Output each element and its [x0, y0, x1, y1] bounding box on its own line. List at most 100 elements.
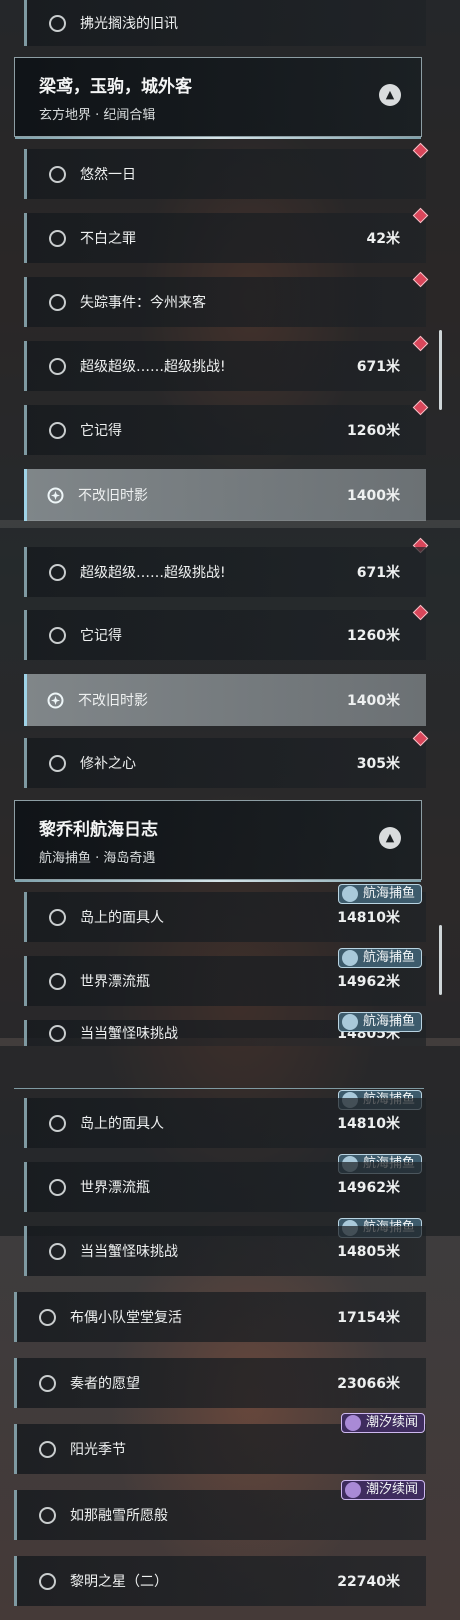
fishing-tag: 航海捕鱼 [338, 1012, 423, 1032]
list-item[interactable]: 岛上的面具人 14810米 [24, 1098, 426, 1148]
quest-distance: 42米 [366, 231, 400, 247]
circle-icon [49, 1114, 66, 1132]
tag-label: 航海捕鱼 [363, 1014, 416, 1029]
feather-icon [345, 1482, 361, 1498]
circle-icon [49, 14, 66, 32]
shell-icon [342, 886, 358, 902]
fishing-tag: 航海捕鱼 [338, 884, 423, 904]
quest-distance: 671米 [356, 359, 400, 375]
list-item[interactable]: 修补之心 305米 [24, 738, 426, 788]
shell-icon [342, 950, 358, 966]
circle-icon [39, 1572, 56, 1590]
circle-icon [39, 1440, 56, 1458]
quest-distance: 22740米 [337, 1574, 400, 1590]
circle-icon [49, 626, 66, 644]
quest-title: 当当蟹怪味挑战 [80, 1244, 178, 1260]
circle-icon [49, 421, 66, 439]
list-item[interactable]: 奏者的愿望 23066米 [14, 1358, 426, 1408]
scrollbar-thumb-1[interactable] [439, 330, 442, 410]
quest-title: 世界漂流瓶 [80, 974, 150, 990]
quest-title: 修补之心 [80, 756, 136, 772]
quest-title: 它记得 [80, 423, 122, 439]
list-item[interactable]: 悠然一日 [24, 149, 426, 199]
list-item[interactable]: 它记得 1260米 [24, 610, 426, 660]
circle-icon [39, 1308, 56, 1326]
shell-icon [342, 1014, 358, 1030]
quest-distance: 305米 [356, 756, 400, 772]
quest-distance: 14810米 [337, 1116, 400, 1132]
quest-title: 奏者的愿望 [70, 1376, 140, 1392]
circle-icon [49, 1024, 66, 1042]
list-item[interactable]: 失踪事件：今州来客 [24, 277, 426, 327]
quest-distance: 1400米 [347, 693, 400, 709]
divider [14, 1088, 424, 1089]
quest-title: 失踪事件：今州来客 [80, 295, 206, 311]
quest-title: 拂光搁浅的旧讯 [80, 16, 178, 32]
quest-title: 不改旧时影 [78, 693, 148, 709]
circle-icon [49, 357, 66, 375]
quest-title: 黎明之星（二） [70, 1574, 168, 1590]
quest-title: 不白之罪 [80, 231, 136, 247]
circle-icon [49, 754, 66, 772]
quest-title: 超级超级……超级挑战! [80, 565, 226, 581]
list-item-tracked[interactable]: 不改旧时影 1400米 [24, 469, 426, 521]
list-item[interactable]: 超级超级……超级挑战! 671米 [24, 547, 426, 597]
quest-distance: 23066米 [337, 1376, 400, 1392]
quest-title: 悠然一日 [80, 167, 136, 183]
quest-title: 如那融雪所愿般 [70, 1508, 168, 1524]
tide-tag: 潮汐续闻 [341, 1480, 426, 1500]
quest-group-header[interactable]: 黎乔利航海日志 航海捕鱼 · 海岛奇遇 ▲ [14, 800, 422, 882]
list-item[interactable]: 世界漂流瓶 14962米 [24, 1162, 426, 1212]
circle-icon [49, 563, 66, 581]
tag-label: 航海捕鱼 [363, 950, 416, 965]
circle-icon [39, 1374, 56, 1392]
quest-title: 世界漂流瓶 [80, 1180, 150, 1196]
header-underline [15, 880, 421, 882]
scrollbar-thumb-2[interactable] [439, 925, 442, 995]
group-title: 黎乔利航海日志 [39, 820, 158, 840]
quest-distance: 671米 [356, 565, 400, 581]
quest-title: 不改旧时影 [78, 488, 148, 504]
quest-title: 它记得 [80, 628, 122, 644]
quest-title: 当当蟹怪味挑战 [80, 1026, 178, 1042]
quest-title: 超级超级……超级挑战! [80, 359, 226, 375]
quest-distance: 14810米 [337, 910, 400, 926]
list-item[interactable]: 不白之罪 42米 [24, 213, 426, 263]
list-item[interactable]: 拂光搁浅的旧讯 [24, 0, 426, 46]
quest-distance: 14805米 [337, 1244, 400, 1260]
collapse-icon[interactable]: ▲ [379, 827, 401, 849]
quest-group-header[interactable]: 梁鸢，玉驹，城外客 玄方地界 · 纪闻合辑 ▲ [14, 57, 422, 139]
quest-distance: 1260米 [347, 628, 400, 644]
circle-icon [49, 1242, 66, 1260]
collapse-icon[interactable]: ▲ [379, 84, 401, 106]
tide-tag: 潮汐续闻 [341, 1413, 426, 1433]
quest-title: 布偶小队堂堂复活 [70, 1310, 182, 1326]
group-subtitle: 航海捕鱼 · 海岛奇遇 [39, 851, 156, 866]
crosshair-icon [47, 487, 64, 504]
quest-distance: 14962米 [337, 1180, 400, 1196]
tag-label: 航海捕鱼 [363, 886, 416, 901]
header-underline [15, 137, 421, 139]
circle-icon [49, 293, 66, 311]
fishing-tag: 航海捕鱼 [338, 948, 423, 968]
circle-icon [49, 1178, 66, 1196]
quest-title: 阳光季节 [70, 1442, 126, 1458]
quest-distance: 17154米 [337, 1310, 400, 1326]
list-item[interactable]: 布偶小队堂堂复活 17154米 [14, 1292, 426, 1342]
list-item[interactable]: 超级超级……超级挑战! 671米 [24, 341, 426, 391]
tag-label: 潮汐续闻 [366, 1415, 419, 1430]
circle-icon [49, 908, 66, 926]
circle-icon [49, 972, 66, 990]
quest-distance: 1260米 [347, 423, 400, 439]
feather-icon [345, 1415, 361, 1431]
tag-label: 潮汐续闻 [366, 1482, 419, 1497]
quest-title: 岛上的面具人 [80, 1116, 164, 1132]
crosshair-icon [47, 692, 64, 709]
group-subtitle: 玄方地界 · 纪闻合辑 [39, 108, 156, 123]
group-title: 梁鸢，玉驹，城外客 [39, 77, 192, 97]
list-item[interactable]: 它记得 1260米 [24, 405, 426, 455]
list-item[interactable]: 当当蟹怪味挑战 14805米 [24, 1226, 426, 1276]
quest-distance: 14962米 [337, 974, 400, 990]
list-item[interactable]: 黎明之星（二） 22740米 [14, 1556, 426, 1606]
list-item-tracked[interactable]: 不改旧时影 1400米 [24, 674, 426, 726]
